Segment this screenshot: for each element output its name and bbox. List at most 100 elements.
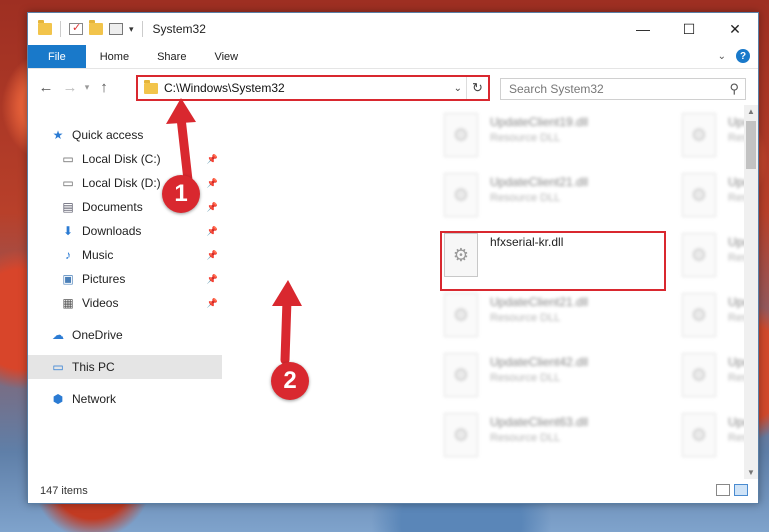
star-icon: ★ — [52, 128, 64, 142]
address-dropdown-icon[interactable]: ⌄ — [454, 83, 462, 94]
folder-icon — [144, 79, 158, 94]
tab-home[interactable]: Home — [86, 45, 143, 68]
refresh-icon[interactable]: ↻ — [466, 77, 488, 99]
nav-item-label: Local Disk (D:) — [82, 176, 161, 190]
nav-item-label: OneDrive — [72, 328, 123, 342]
pin-icon[interactable]: 📌 — [207, 178, 218, 189]
nav-item[interactable]: ⬇ Downloads 📌 — [28, 219, 222, 243]
pictures-icon: ▣ — [62, 272, 74, 286]
up-button[interactable]: ↑ — [92, 79, 116, 96]
file-item[interactable]: ⚙ UpdateClient42.dll Resource DLL — [444, 353, 674, 409]
back-button[interactable]: ← — [34, 79, 58, 96]
help-icon[interactable]: ? — [736, 49, 750, 63]
scroll-up-icon[interactable]: ▲ — [744, 107, 758, 116]
pin-icon[interactable]: 📌 — [207, 226, 218, 237]
pin-icon[interactable]: 📌 — [207, 202, 218, 213]
forward-button[interactable]: → — [58, 79, 82, 96]
file-item[interactable]: ⚙ UpdateClient21.dll Resource DLL — [444, 173, 674, 229]
address-bar[interactable]: C:\Windows\System32 ⌄ ↻ — [136, 75, 490, 101]
dll-file-icon: ⚙ — [444, 113, 478, 157]
window-controls: — ☐ ✕ — [620, 13, 758, 45]
drive-icon: ▭ — [62, 152, 74, 166]
ribbon-tabs: File Home Share View ⌄ ? — [28, 45, 758, 69]
file-name: UpdateClient21.dll — [490, 175, 589, 189]
vertical-scrollbar[interactable]: ▲ ▼ — [744, 105, 758, 479]
quick-access-toolbar: ▾ — [28, 20, 145, 37]
file-type: Resource DLL — [490, 432, 561, 444]
close-button[interactable]: ✕ — [712, 13, 758, 45]
dll-file-icon: ⚙ — [682, 173, 716, 217]
nav-item[interactable]: ▣ Pictures 📌 — [28, 267, 222, 291]
maximize-button[interactable]: ☐ — [666, 13, 712, 45]
customize-icon[interactable] — [109, 23, 123, 35]
pin-icon[interactable]: 📌 — [207, 250, 218, 261]
status-bar: 147 items — [28, 479, 758, 503]
search-input[interactable]: Search System32 ⚲ — [500, 78, 746, 100]
file-type: Resource DLL — [490, 192, 561, 204]
window-title: System32 — [152, 22, 206, 36]
ribbon-right: ⌄ ? — [718, 49, 750, 63]
nav-item[interactable]: ⬢ Network — [28, 387, 222, 411]
title-bar: ▾ System32 — ☐ ✕ — [28, 13, 758, 45]
file-item[interactable]: ⚙ UpdateClient19.dll Resource DLL — [444, 113, 674, 169]
file-item[interactable]: ⚙ UpdateClient21.dll Resource DLL — [444, 293, 674, 349]
nav-item-label: Local Disk (C:) — [82, 152, 161, 166]
nav-item[interactable]: ★ Quick access — [28, 123, 222, 147]
file-type: Resource DLL — [490, 312, 561, 324]
nav-item[interactable]: ♪ Music 📌 — [28, 243, 222, 267]
dll-file-icon: ⚙ — [444, 293, 478, 337]
recent-locations-icon[interactable]: ▾ — [82, 82, 92, 93]
file-item[interactable]: ⚙ UpdateClient63.dll Resource DLL — [444, 413, 674, 469]
search-placeholder: Search System32 — [509, 82, 604, 96]
computer-icon: ▭ — [52, 360, 64, 374]
file-name: UpdateClient63.dll — [490, 415, 589, 429]
qa-dropdown-icon[interactable]: ▾ — [129, 24, 134, 35]
documents-icon: ▤ — [62, 200, 74, 214]
scroll-thumb[interactable] — [746, 121, 756, 169]
highlight-box — [440, 231, 666, 291]
file-type: Resource DLL — [490, 132, 561, 144]
expand-ribbon-icon[interactable]: ⌄ — [718, 51, 726, 62]
view-toggle — [716, 484, 748, 496]
pin-icon[interactable]: 📌 — [207, 298, 218, 309]
dll-file-icon: ⚙ — [444, 173, 478, 217]
minimize-button[interactable]: — — [620, 13, 666, 45]
properties-icon[interactable] — [69, 21, 83, 35]
download-icon: ⬇ — [62, 224, 74, 238]
search-icon[interactable]: ⚲ — [729, 81, 739, 97]
videos-icon: ▦ — [62, 296, 74, 310]
scroll-down-icon[interactable]: ▼ — [744, 468, 758, 477]
file-list: ⚙ UpdateClient42.dll Resource DLL ⚙ UpdateCl… — [222, 105, 758, 479]
nav-item[interactable]: ▦ Videos 📌 — [28, 291, 222, 315]
dll-file-icon: ⚙ — [682, 113, 716, 157]
nav-item-label: Downloads — [82, 224, 142, 238]
dll-file-icon: ⚙ — [444, 353, 478, 397]
dll-file-icon: ⚙ — [682, 353, 716, 397]
network-icon: ⬢ — [52, 392, 64, 406]
nav-item[interactable]: ▭ Local Disk (C:) 📌 — [28, 147, 222, 171]
nav-item-label: Music — [82, 248, 114, 262]
details-view-icon[interactable] — [716, 484, 730, 496]
file-explorer-window: ▾ System32 — ☐ ✕ File Home Share View ⌄ … — [27, 12, 759, 504]
navigation-pane: ★ Quick access ▭ Local Disk (C:) 📌 ▭ Local Dis… — [28, 105, 222, 479]
folder-icon — [38, 20, 52, 35]
divider — [141, 21, 143, 37]
main-content: ★ Quick access ▭ Local Disk (C:) 📌 ▭ Local Dis… — [28, 105, 758, 479]
new-folder-icon[interactable] — [89, 20, 103, 35]
tab-share[interactable]: Share — [143, 45, 200, 68]
pin-icon[interactable]: 📌 — [207, 154, 218, 165]
tab-view[interactable]: View — [200, 45, 252, 68]
address-path[interactable]: C:\Windows\System32 — [164, 81, 285, 95]
dll-file-icon: ⚙ — [682, 293, 716, 337]
pin-icon[interactable]: 📌 — [207, 274, 218, 285]
tab-file[interactable]: File — [28, 45, 86, 68]
nav-item-label: Network — [72, 392, 117, 406]
nav-item[interactable]: ☁ OneDrive — [28, 323, 222, 347]
nav-item-label: Videos — [82, 296, 119, 310]
step-marker-1: 1 — [162, 175, 200, 213]
nav-item-label: Quick access — [72, 128, 144, 142]
file-name: UpdateClient19.dll — [490, 115, 589, 129]
file-type: Resource DLL — [490, 372, 561, 384]
tiles-view-icon[interactable] — [734, 484, 748, 496]
nav-item[interactable]: ▭ This PC — [28, 355, 222, 379]
